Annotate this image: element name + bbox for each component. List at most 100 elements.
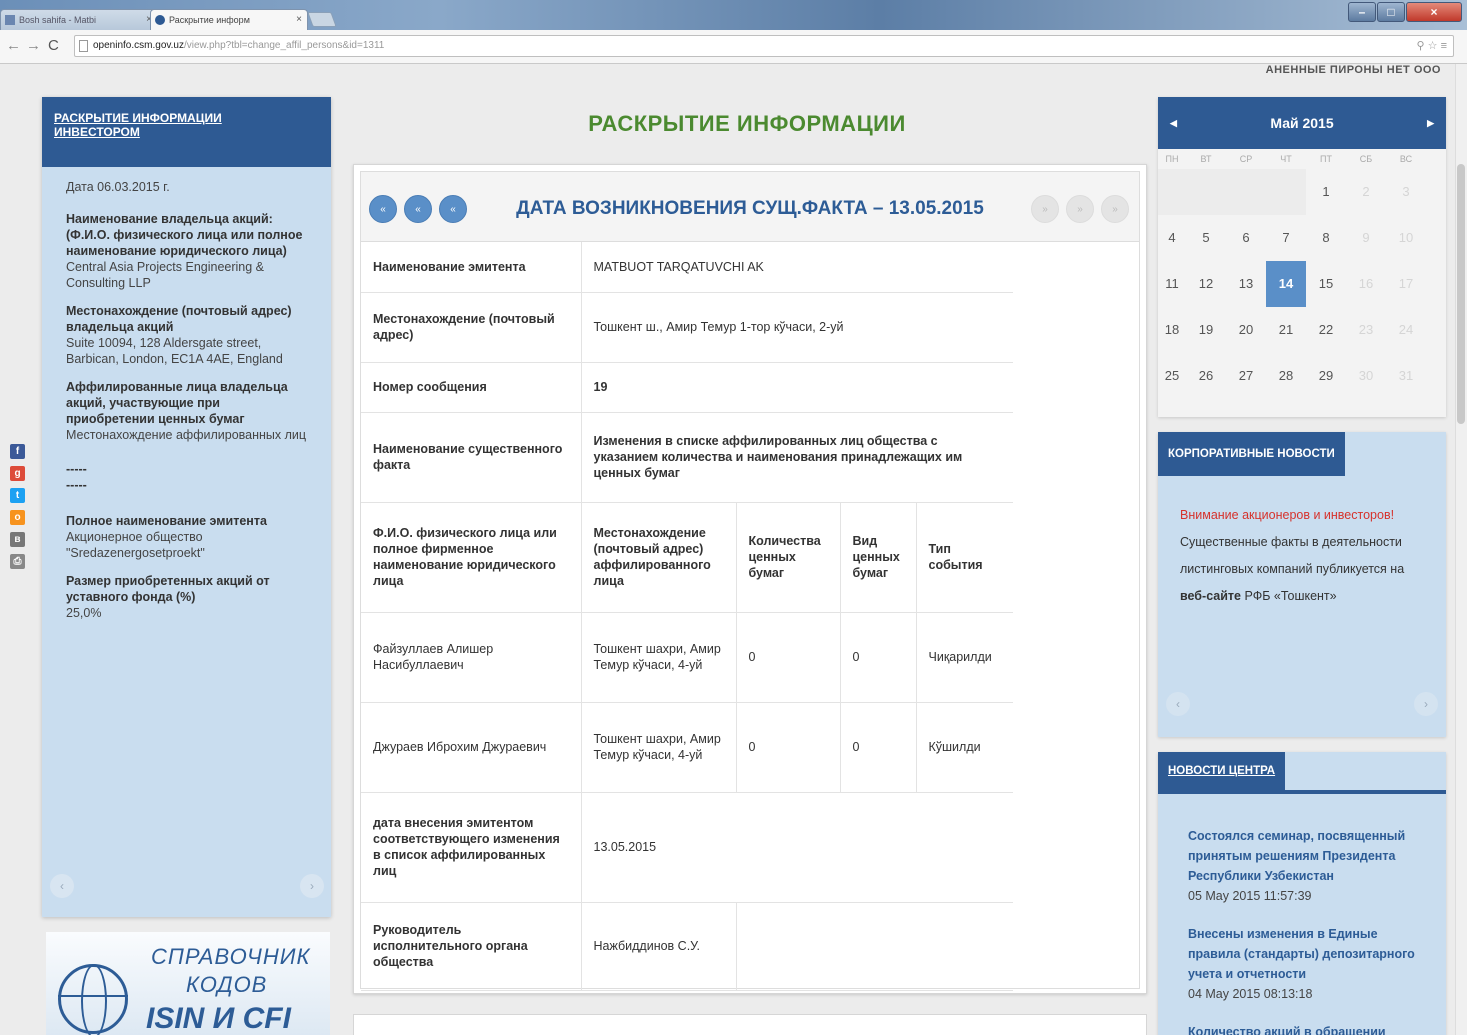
calendar-day[interactable]: 3: [1386, 169, 1426, 215]
calendar-day[interactable]: 23: [1346, 307, 1386, 353]
calendar-weekdays: ПН ВТ СР ЧТ ПТ СБ ВС: [1158, 149, 1446, 169]
print-icon[interactable]: ⎙: [10, 554, 25, 569]
tab-bosh-sahifa[interactable]: Bosh sahifa - Matbi ×: [0, 9, 158, 30]
calendar-day[interactable]: 24: [1386, 307, 1426, 353]
next-arrow-button[interactable]: ›: [1414, 692, 1438, 716]
close-window-button[interactable]: ×: [1406, 2, 1462, 22]
calendar-day[interactable]: 9: [1346, 215, 1386, 261]
reload-icon[interactable]: C: [48, 38, 59, 54]
url-path: /view.php?tbl=change_affil_persons&id=13…: [183, 40, 385, 51]
calendar-day[interactable]: 25: [1158, 353, 1186, 399]
calendar-day[interactable]: 10: [1386, 215, 1426, 261]
news-title[interactable]: Количество акций в обращении: [1188, 1022, 1433, 1035]
calendar-day[interactable]: 8: [1306, 215, 1346, 261]
calendar-day[interactable]: 16: [1346, 261, 1386, 307]
calendar-day[interactable]: 7: [1266, 215, 1306, 261]
site-favicon-icon: [5, 15, 15, 25]
twitter-icon[interactable]: t: [10, 488, 25, 503]
isin-cfi-banner[interactable]: СПРАВОЧНИК КОДОВ ISIN И CFI: [46, 932, 330, 1035]
calendar-day[interactable]: 31: [1386, 353, 1426, 399]
google-plus-icon[interactable]: g: [10, 466, 25, 481]
calendar-day[interactable]: 30: [1346, 353, 1386, 399]
affil-name: Файзуллаев Алишер Насибуллаевич: [361, 612, 582, 703]
calendar-day[interactable]: 19: [1186, 307, 1226, 353]
next-page-button[interactable]: »: [1031, 195, 1059, 223]
affil-label: Аффилированные лица владельца акций, уча…: [66, 380, 288, 426]
calendar-next-icon[interactable]: ▶: [1427, 97, 1434, 149]
calendar-day[interactable]: 20: [1226, 307, 1266, 353]
disclosure-table: Наименование эмитента MATBUOT TARQATUVCH…: [361, 242, 1013, 991]
calendar-day[interactable]: 4: [1158, 215, 1186, 261]
website-link[interactable]: веб-сайте: [1180, 589, 1241, 603]
calendar-prev-icon[interactable]: ◀: [1170, 97, 1177, 149]
url-host: openinfo.csm.gov.uz: [93, 40, 184, 51]
calendar-day[interactable]: 1: [1306, 169, 1346, 215]
page-scrollbar[interactable]: [1455, 64, 1467, 1035]
news-item[interactable]: Внесены изменения в Единые правила (стан…: [1188, 924, 1433, 1004]
disclosure-card: « « « ДАТА ВОЗНИКНОВЕНИЯ СУЩ.ФАКТА – 13.…: [353, 164, 1147, 994]
news-title[interactable]: Состоялся семинар, посвященный принятым …: [1188, 826, 1433, 886]
close-tab-icon[interactable]: ×: [296, 10, 302, 30]
forward-arrow-icon[interactable]: →: [26, 38, 41, 54]
calendar-empty-cell: [1158, 169, 1186, 215]
bookmark-star-icon[interactable]: ⚲ ☆ ≡: [1417, 36, 1447, 56]
calendar-day[interactable]: 18: [1158, 307, 1186, 353]
calendar-day[interactable]: 2: [1346, 169, 1386, 215]
tab-raskrytie[interactable]: Раскрытие информ ×: [150, 9, 308, 30]
calendar-day[interactable]: 27: [1226, 353, 1266, 399]
news-item[interactable]: Количество акций в обращении: [1188, 1022, 1433, 1035]
prev-arrow-button[interactable]: ‹: [1166, 692, 1190, 716]
calendar-day[interactable]: 12: [1186, 261, 1226, 307]
calendar-day[interactable]: 21: [1266, 307, 1306, 353]
news-item[interactable]: Состоялся семинар, посвященный принятым …: [1188, 826, 1433, 906]
affil-row: Джураев Иброхим Джураевич Тошкент шахри,…: [361, 702, 1013, 793]
back-arrow-icon[interactable]: ←: [6, 38, 21, 54]
calendar-day[interactable]: 29: [1306, 353, 1346, 399]
disclosure-card-inner: « « « ДАТА ВОЗНИКНОВЕНИЯ СУЩ.ФАКТА – 13.…: [360, 171, 1140, 991]
calendar-day[interactable]: 5: [1186, 215, 1226, 261]
calendar-empty-cell: [1186, 169, 1226, 215]
fact-name-label: Наименование существенного факта: [361, 412, 582, 503]
affil-value: Местонахождение аффилированных лиц: [66, 428, 307, 442]
maximize-button[interactable]: □: [1377, 2, 1405, 22]
minimize-button[interactable]: –: [1348, 2, 1376, 22]
emitent-value: Акционерное общество "Sredazenergosetpro…: [66, 530, 205, 560]
calendar-day[interactable]: 28: [1266, 353, 1306, 399]
odnoklassniki-icon[interactable]: o: [10, 510, 25, 525]
investor-disclosure-link[interactable]: РАСКРЫТИЕ ИНФОРМАЦИИ ИНВЕСТОРОМ: [54, 111, 244, 139]
alert-text[interactable]: Внимание акционеров и инвесторов!: [1180, 508, 1394, 522]
address-bar[interactable]: openinfo.csm.gov.uz/view.php?tbl=change_…: [74, 35, 1454, 57]
message-number-label: Номер сообщения: [361, 362, 582, 413]
corporate-news-text: Внимание акционеров и инвесторов! Сущест…: [1180, 502, 1416, 610]
calendar-day[interactable]: 22: [1306, 307, 1346, 353]
emitent-name-value: MATBUOT TARQATUVCHI AK: [581, 242, 1013, 293]
calendar-day[interactable]: 15: [1306, 261, 1346, 307]
next-next-page-button[interactable]: »: [1066, 195, 1094, 223]
table-row: Наименование эмитента MATBUOT TARQATUVCH…: [361, 242, 1013, 293]
globe-icon: [58, 964, 128, 1035]
calendar-day[interactable]: 13: [1226, 261, 1266, 307]
vk-icon[interactable]: в: [10, 532, 25, 547]
center-news-title[interactable]: НОВОСТИ ЦЕНТРА: [1158, 752, 1286, 790]
affil-quantity: 0: [736, 702, 841, 793]
prev-arrow-button[interactable]: ‹: [50, 874, 74, 898]
last-page-button[interactable]: »: [1101, 195, 1129, 223]
calendar-grid: ПН ВТ СР ЧТ ПТ СБ ВС 1 2 3 4 5 6 7 8 9 10 11 12 13 14 15 16 17 1…: [1158, 149, 1446, 399]
calendar-day[interactable]: 6: [1226, 215, 1266, 261]
news-title[interactable]: Внесены изменения в Единые правила (стан…: [1188, 924, 1433, 984]
affil-name: Джураев Иброхим Джураевич: [361, 702, 582, 793]
scrollbar-thumb[interactable]: [1457, 164, 1465, 424]
new-tab-button[interactable]: [307, 12, 337, 27]
affil-row: Файзуллаев Алишер Насибуллаевич Тошкент …: [361, 612, 1013, 703]
facebook-icon[interactable]: f: [10, 444, 25, 459]
calendar-week: 18 19 20 21 22 23 24: [1158, 307, 1446, 353]
change-date-value: 13.05.2015: [581, 792, 1013, 903]
calendar-day[interactable]: 26: [1186, 353, 1226, 399]
next-arrow-button[interactable]: ›: [300, 874, 324, 898]
calendar-day[interactable]: 11: [1158, 261, 1186, 307]
calendar-day[interactable]: 14: [1266, 261, 1306, 307]
calendar-day[interactable]: 17: [1386, 261, 1426, 307]
fact-date-title: ДАТА ВОЗНИКНОВЕНИЯ СУЩ.ФАКТА – 13.05.201…: [516, 198, 984, 219]
affil-type: 0: [840, 612, 917, 703]
column-header: Тип события: [916, 502, 1013, 613]
